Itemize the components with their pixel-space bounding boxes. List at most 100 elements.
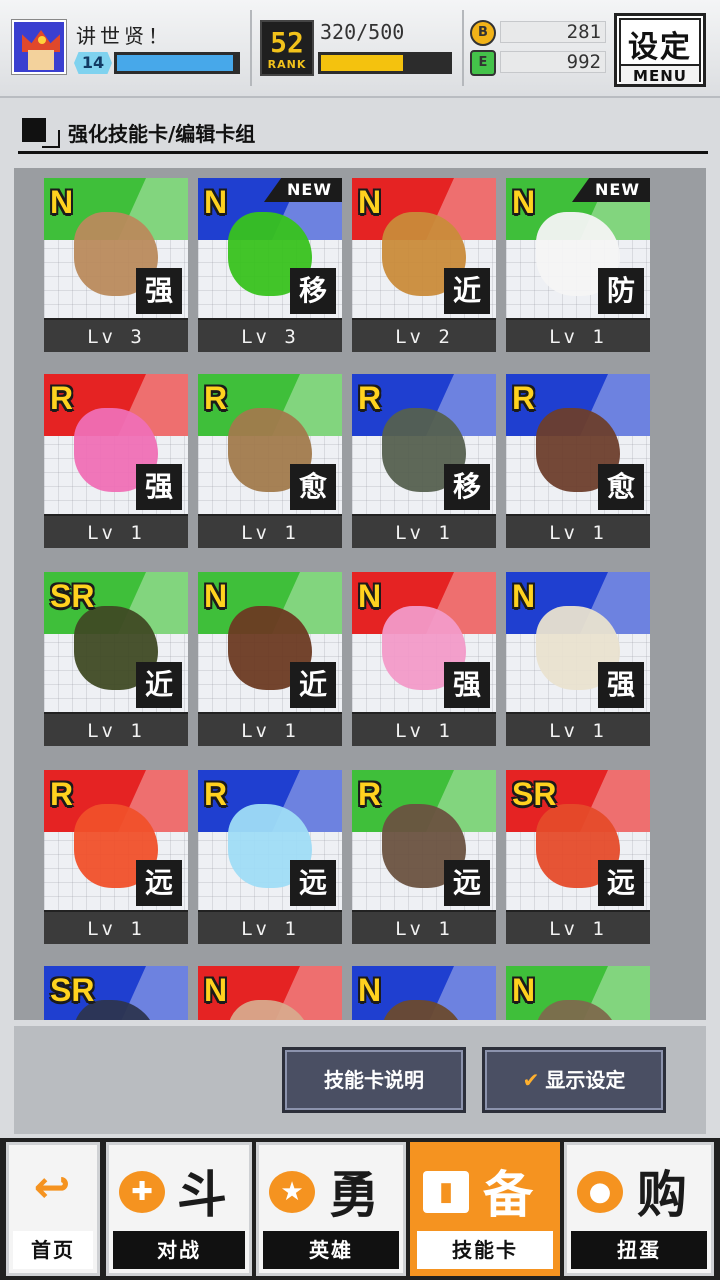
card-rarity: N (358, 972, 382, 1008)
skill-card[interactable]: R 愈 Lv 1 (198, 374, 342, 548)
skill-card-explain-button[interactable]: 技能卡说明 (282, 1047, 466, 1113)
nav-hero-label: 英雄 (263, 1231, 399, 1269)
skill-card[interactable]: R 远 Lv 1 (44, 770, 188, 944)
menu-button[interactable]: 设定 MENU (614, 13, 706, 87)
nav-icon-area: ↩ (9, 1145, 97, 1235)
skill-card[interactable]: R 移 Lv 1 (352, 374, 496, 548)
nav-home-icon: ↩ (33, 1162, 71, 1213)
card-level: Lv 1 (352, 712, 496, 746)
divider (250, 10, 252, 86)
skill-card[interactable]: R 远 Lv 1 (198, 770, 342, 944)
card-rarity: N (204, 578, 228, 614)
skill-card[interactable]: R 愈 Lv 1 (506, 374, 650, 548)
username: 讲世贤！ (76, 24, 172, 48)
avatar-face (28, 50, 54, 70)
skill-card[interactable]: N 近 Lv 1 (198, 572, 342, 746)
skill-card[interactable]: N (352, 966, 496, 1020)
nav-tab-home[interactable]: ↩ 首页 (6, 1142, 100, 1276)
nav-icon-area: ● 购 (567, 1145, 711, 1235)
card-type-badge: 移 (290, 268, 336, 314)
card-level: Lv 2 (352, 318, 496, 352)
card-type-badge: 远 (136, 860, 182, 906)
section-underline (18, 151, 708, 154)
top-status-bar: 讲世贤！ 14 52 RANK 320/500 B 281 E 992 设定 M… (0, 0, 720, 98)
skill-card[interactable]: N 强 Lv 1 (352, 572, 496, 746)
card-type-badge: 愈 (290, 464, 336, 510)
card-rarity: N (512, 972, 536, 1008)
card-rarity: N (204, 184, 228, 220)
rank-number: 52 (270, 26, 304, 59)
avatar[interactable] (12, 20, 66, 74)
skill-card[interactable]: SR 远 Lv 1 (506, 770, 650, 944)
display-settings-label: 显示设定 (545, 1068, 626, 1092)
skill-card[interactable]: SR (44, 966, 188, 1020)
skill-card-grid[interactable]: N 强 Lv 3 N NEW 移 Lv 3 N 近 Lv 2 N NEW 防 Lv 1 R 强 Lv 1 R 愈 Lv… (14, 168, 706, 1020)
skill-card-explain-label: 技能卡说明 (324, 1068, 424, 1092)
gold-coin-count: 281 (500, 21, 606, 43)
skill-card[interactable]: N (506, 966, 650, 1020)
card-rarity: R (50, 380, 74, 416)
exp-bar-fill (117, 55, 234, 71)
nav-tab-battle[interactable]: ✚ 斗对战 (106, 1142, 252, 1276)
skill-card[interactable]: N 近 Lv 2 (352, 178, 496, 352)
nav-skillcard-emblem: 备 (483, 1166, 533, 1224)
card-type-badge: 近 (290, 662, 336, 708)
nav-battle-emblem: 斗 (177, 1166, 227, 1224)
nav-hero-emblem: 勇 (329, 1166, 379, 1224)
nav-skillcard-label: 技能卡 (417, 1231, 553, 1269)
card-level: Lv 1 (44, 712, 188, 746)
avatar-gem-icon (38, 36, 46, 44)
card-rarity: R (204, 380, 228, 416)
skill-card[interactable]: R 远 Lv 1 (352, 770, 496, 944)
card-level: Lv 1 (352, 514, 496, 548)
card-type-badge: 愈 (598, 464, 644, 510)
card-type-badge: 移 (444, 464, 490, 510)
card-type-badge: 远 (598, 860, 644, 906)
card-type-badge: 远 (290, 860, 336, 906)
card-rarity: R (358, 380, 382, 416)
card-type-badge: 强 (444, 662, 490, 708)
card-level: Lv 1 (506, 514, 650, 548)
skill-card[interactable]: N 强 Lv 1 (506, 572, 650, 746)
skill-card[interactable]: N 强 Lv 3 (44, 178, 188, 352)
card-rarity: R (358, 776, 382, 812)
card-type-badge: 近 (444, 268, 490, 314)
card-rarity: SR (512, 776, 557, 812)
card-rarity: N (358, 578, 382, 614)
card-type-badge: 强 (136, 268, 182, 314)
card-rarity: R (50, 776, 74, 812)
card-level: Lv 3 (44, 318, 188, 352)
skill-card[interactable]: N NEW 移 Lv 3 (198, 178, 342, 352)
card-level: Lv 1 (506, 712, 650, 746)
section-header: 强化技能卡/编辑卡组 (18, 114, 708, 154)
nav-tab-hero[interactable]: ★ 勇英雄 (256, 1142, 406, 1276)
nav-home-label: 首页 (13, 1231, 93, 1269)
card-type-badge: 远 (444, 860, 490, 906)
card-level: Lv 1 (352, 910, 496, 944)
rank-badge: 52 RANK (260, 20, 314, 76)
rank-progress-text: 320/500 (320, 20, 405, 44)
nav-tab-skillcard[interactable]: ▮ 备技能卡 (410, 1142, 560, 1276)
card-rarity: N (512, 578, 536, 614)
nav-tab-gacha[interactable]: ● 购扭蛋 (564, 1142, 714, 1276)
checkmark-icon: ✔ (522, 1068, 540, 1092)
nav-icon-area: ✚ 斗 (109, 1145, 249, 1235)
skill-card[interactable]: N NEW 防 Lv 1 (506, 178, 650, 352)
card-level: Lv 3 (198, 318, 342, 352)
display-settings-button[interactable]: ✔ 显示设定 (482, 1047, 666, 1113)
skill-card[interactable]: R 强 Lv 1 (44, 374, 188, 548)
card-type-badge: 防 (598, 268, 644, 314)
skill-card[interactable]: SR 近 Lv 1 (44, 572, 188, 746)
card-rarity: N (50, 184, 74, 220)
section-title: 强化技能卡/编辑卡组 (68, 122, 256, 146)
card-rarity: R (204, 776, 228, 812)
energy-icon: E (470, 50, 496, 76)
card-type-badge: 强 (136, 464, 182, 510)
card-level: Lv 1 (506, 910, 650, 944)
rank-progress-bar (318, 52, 452, 74)
skill-card[interactable]: N (198, 966, 342, 1020)
divider (462, 10, 464, 86)
menu-button-label: 设定 (628, 30, 692, 65)
exp-bar (114, 52, 240, 74)
nav-gacha-emblem: 购 (637, 1166, 687, 1224)
